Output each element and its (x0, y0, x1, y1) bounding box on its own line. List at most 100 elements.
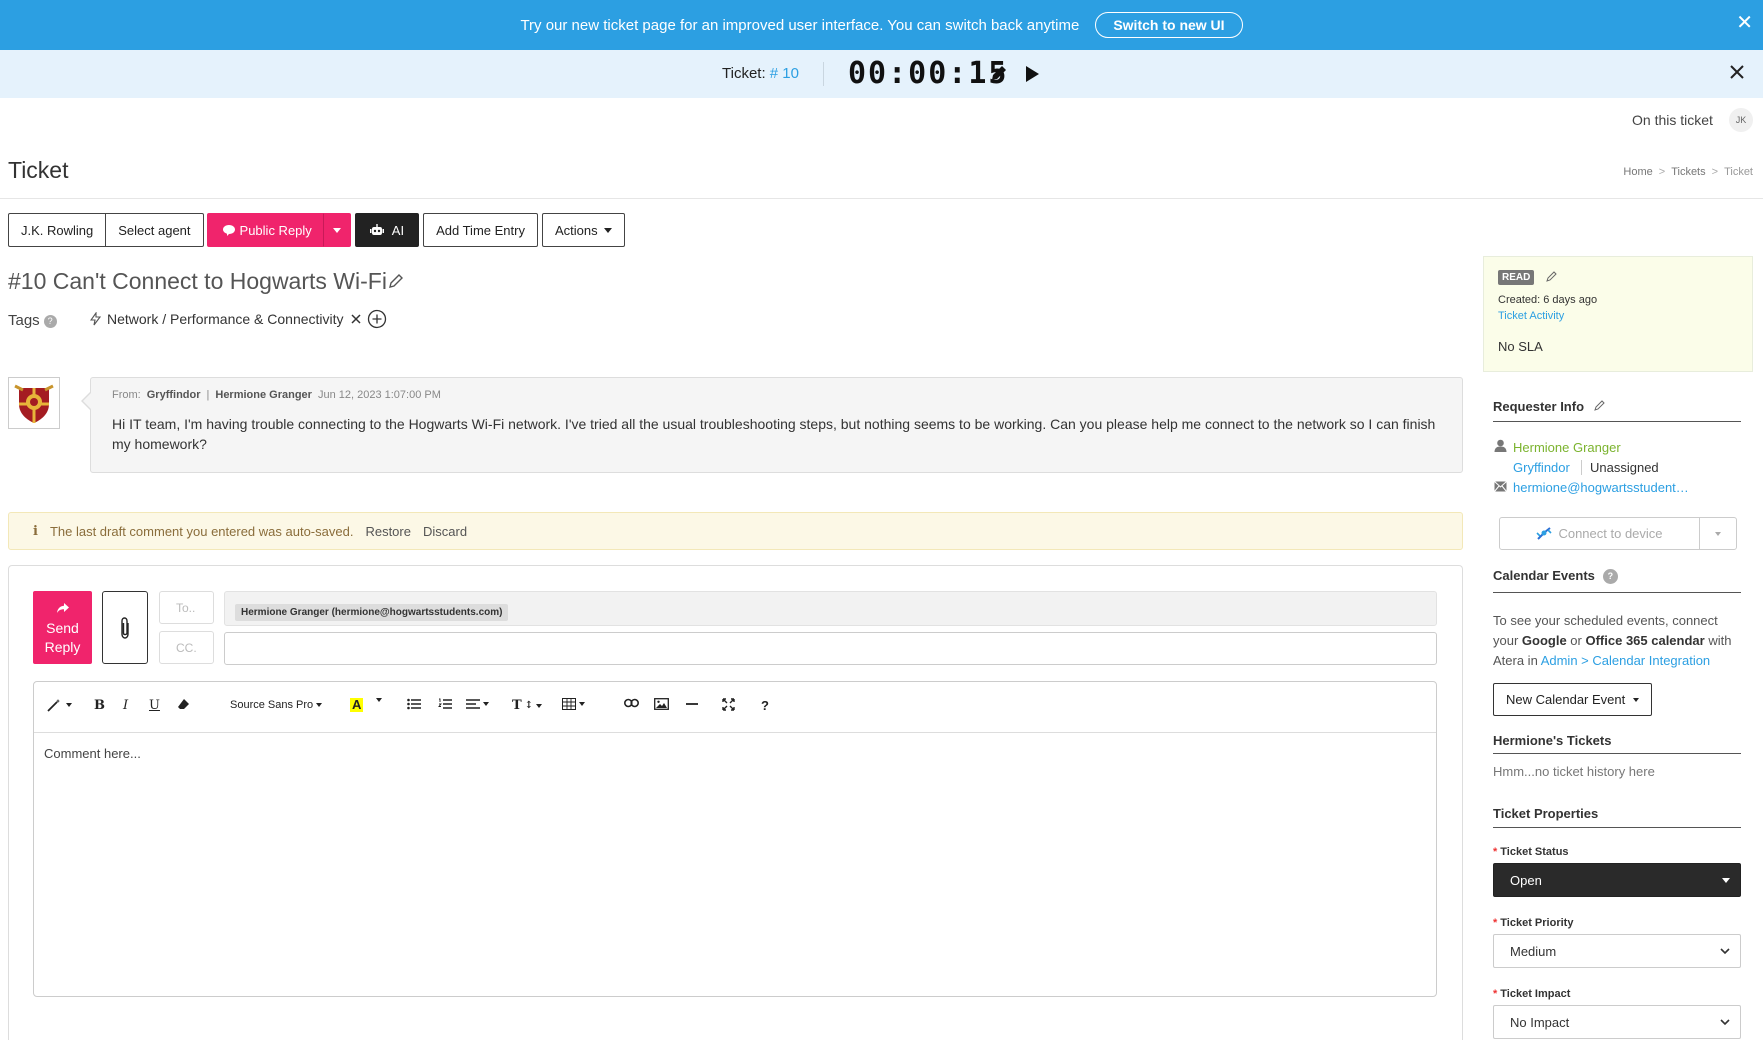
chevron-down-icon (483, 702, 489, 706)
connect-to-device-button[interactable]: Connect to device (1499, 517, 1737, 550)
breadcrumb-current: Ticket (1724, 166, 1753, 178)
pencil-icon[interactable] (990, 64, 1008, 85)
timer-ticket-label: Ticket: # 10 (722, 65, 799, 82)
ticket-impact-label: * Ticket Impact (1493, 988, 1570, 1000)
requester-email-link[interactable]: hermione@hogwartsstudents.com (1513, 480, 1693, 495)
paperclip-icon[interactable] (102, 591, 148, 664)
requester-button[interactable]: J.K. Rowling (8, 213, 107, 247)
chat-icon (222, 224, 235, 236)
send-label-1: Send (46, 620, 79, 636)
breadcrumb-home[interactable]: Home (1623, 166, 1652, 178)
cc-button[interactable]: CC. (159, 631, 214, 664)
add-tag-icon[interactable] (367, 309, 387, 332)
breadcrumb-separator: > (1658, 166, 1666, 178)
draft-text: The last draft comment you entered was a… (49, 523, 354, 539)
link-icon[interactable] (624, 698, 639, 708)
ticket-label: Ticket: (722, 65, 766, 82)
message-body: Hi IT team, I'm having trouble connectin… (112, 416, 1436, 452)
breadcrumb-tickets[interactable]: Tickets (1671, 166, 1705, 178)
underline-icon[interactable]: U (149, 698, 160, 713)
ticket-number-link[interactable]: # 10 (770, 65, 799, 82)
ticket-status-select[interactable]: Open (1493, 863, 1741, 897)
new-calendar-event-button[interactable]: New Calendar Event (1493, 683, 1653, 716)
banner-close-icon[interactable]: ✕ (1736, 13, 1753, 33)
close-icon[interactable] (1729, 64, 1745, 83)
send-reply-button[interactable]: Send Reply (33, 591, 92, 664)
connect-label: Connect to device (1558, 526, 1663, 541)
help-icon[interactable]: ? (761, 698, 769, 713)
cc-recipients-field[interactable] (224, 632, 1437, 665)
chevron-down-icon (66, 703, 72, 707)
help-icon[interactable]: ? (43, 314, 57, 328)
eraser-icon[interactable] (177, 698, 190, 710)
connect-main[interactable]: Connect to device (1500, 526, 1699, 541)
ai-button[interactable]: AI (354, 213, 420, 247)
table-icon[interactable] (562, 698, 585, 710)
magic-wand-icon[interactable] (47, 698, 72, 712)
bold-icon[interactable]: B (94, 698, 105, 713)
chevron-down-icon[interactable] (376, 698, 382, 702)
requester-org-link[interactable]: Gryffindor (1513, 460, 1570, 475)
comment-input[interactable]: Comment here... (44, 746, 141, 761)
reply-dropdown-button[interactable] (322, 213, 351, 247)
switch-ui-button[interactable]: Switch to new UI (1095, 12, 1243, 38)
restore-link[interactable]: Restore (365, 524, 411, 539)
avatar[interactable]: JK (1729, 108, 1753, 132)
pencil-icon[interactable] (1593, 399, 1606, 411)
ticket-impact-select[interactable]: No Impact (1493, 1005, 1741, 1039)
text-color-icon[interactable]: A (350, 698, 364, 712)
message-card: From: Gryffindor | Hermione Granger Jun … (90, 377, 1463, 473)
header-divider (0, 198, 1763, 199)
user-icon (1494, 439, 1507, 455)
public-reply-button[interactable]: Public Reply (206, 213, 323, 247)
align-icon[interactable] (466, 698, 489, 710)
image-icon[interactable] (654, 698, 669, 710)
calendar-integration-link[interactable]: Admin > Calendar Integration (1541, 653, 1710, 668)
horizontal-rule-icon[interactable] (686, 698, 698, 710)
no-history-text: Hmm...no ticket history here (1493, 764, 1655, 779)
discard-link[interactable]: Discard (423, 524, 467, 539)
message-author: Hermione Granger (215, 389, 312, 401)
message-meta: From: Gryffindor | Hermione Granger Jun … (112, 389, 441, 401)
text-size-icon[interactable]: T ↕ (512, 698, 543, 713)
tags-text: Tags (8, 312, 40, 329)
new-ui-banner: Try our new ticket page for an improved … (0, 0, 1763, 50)
bullet-list-icon[interactable] (407, 698, 421, 710)
ticket-priority-label: * Ticket Priority (1493, 917, 1573, 929)
requester-assignment: Unassigned (1581, 460, 1659, 475)
chevron-down-icon (1633, 697, 1640, 702)
banner-text: Try our new ticket page for an improved … (520, 16, 1080, 34)
edit-title-icon[interactable] (388, 273, 404, 292)
to-button[interactable]: To.. (159, 591, 214, 624)
help-icon[interactable]: ? (1602, 569, 1618, 585)
ai-label: AI (391, 222, 405, 238)
ticket-toolbar: J.K. Rowling Select agent Public Reply A… (8, 213, 625, 247)
remove-tag-icon[interactable] (350, 313, 362, 325)
requester-name-link[interactable]: Hermione Granger (1513, 440, 1621, 455)
select-agent-button[interactable]: Select agent (106, 213, 204, 247)
chevron-down-icon (536, 703, 543, 708)
numbered-list-icon[interactable] (438, 698, 452, 710)
play-icon[interactable] (1024, 65, 1040, 86)
reply-group: Public Reply (206, 213, 351, 247)
font-family-select[interactable]: Source Sans Pro (230, 699, 323, 711)
share-arrow-icon (56, 603, 69, 613)
fullscreen-icon[interactable] (722, 698, 735, 711)
impact-label-text: Ticket Impact (1500, 988, 1571, 1000)
recipient-chip[interactable]: Hermione Granger (hermione@hogwartsstude… (235, 604, 509, 621)
ticket-priority-select[interactable]: Medium (1493, 934, 1741, 968)
actions-button[interactable]: Actions (541, 213, 625, 247)
ticket-activity-link[interactable]: Ticket Activity (1498, 310, 1564, 322)
requester-info-title: Requester Info (1493, 399, 1606, 414)
breadcrumb: Home > Tickets > Ticket (1623, 166, 1753, 178)
calendar-title-text: Calendar Events (1493, 568, 1595, 583)
connect-dropdown[interactable] (1699, 518, 1736, 549)
chevron-down-icon (316, 703, 323, 707)
required-icon: * (1493, 988, 1498, 1000)
to-recipients-field[interactable]: Hermione Granger (hermione@hogwartsstude… (224, 591, 1437, 626)
add-time-entry-button[interactable]: Add Time Entry (423, 213, 538, 247)
pencil-icon[interactable] (1546, 270, 1558, 285)
timer-divider (823, 62, 824, 86)
italic-icon[interactable]: I (123, 698, 128, 713)
chevron-down-icon (603, 227, 612, 233)
